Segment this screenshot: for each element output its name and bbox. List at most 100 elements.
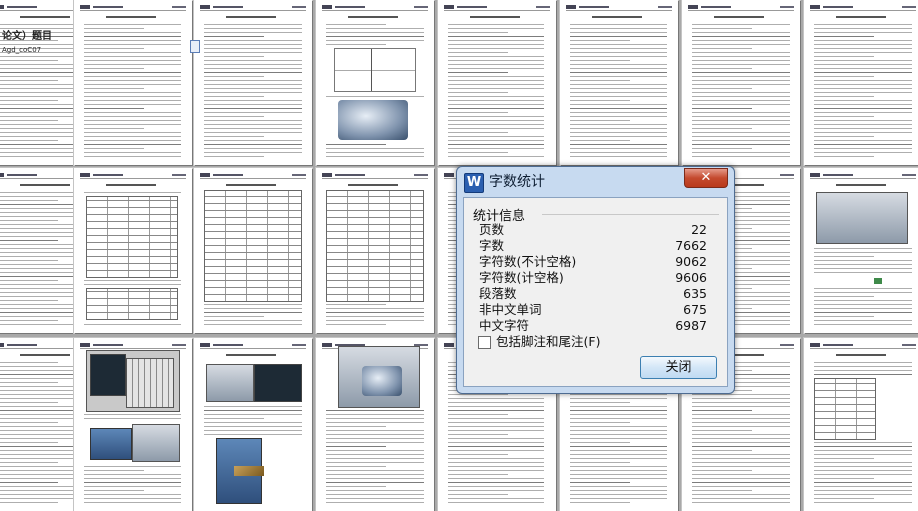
page-thumbnail[interactable] (74, 168, 192, 333)
text-line (814, 478, 874, 479)
page-thumbnail[interactable] (804, 0, 918, 165)
page-thumbnail[interactable] (194, 338, 312, 511)
text-line (692, 152, 790, 153)
text-line (84, 494, 181, 495)
text-line (0, 462, 58, 463)
page-header (200, 173, 306, 179)
text-line (448, 394, 508, 395)
page-thumbnail[interactable] (804, 168, 918, 333)
text-line (448, 56, 544, 57)
text-line (692, 156, 790, 157)
document-icon[interactable] (190, 40, 200, 53)
text-line (692, 450, 752, 451)
text-line (448, 72, 508, 73)
text-line (448, 80, 544, 81)
page-table (86, 196, 178, 278)
text-line (814, 370, 912, 371)
dialog-titlebar[interactable]: W 字数统计 ✕ (457, 167, 734, 197)
text-line (326, 156, 424, 157)
page-heading (106, 184, 156, 186)
text-line (570, 88, 667, 89)
text-line (326, 494, 424, 495)
page-thumbnail[interactable] (560, 0, 678, 165)
text-line (570, 498, 667, 499)
text-line (814, 268, 912, 269)
text-line (84, 284, 181, 285)
include-footnotes-checkbox[interactable] (478, 336, 491, 349)
stat-value: 675 (683, 302, 707, 317)
text-line (326, 498, 424, 499)
text-line (204, 434, 302, 435)
text-line (570, 48, 667, 49)
page-thumbnail[interactable] (194, 168, 312, 333)
text-line (204, 132, 302, 133)
page-thumbnail[interactable] (804, 338, 918, 511)
text-line (326, 410, 424, 411)
text-line (326, 482, 424, 483)
text-line (692, 466, 790, 467)
page-thumbnail[interactable] (74, 0, 192, 165)
text-line (326, 24, 386, 25)
page-thumbnail[interactable] (74, 338, 192, 511)
text-line (814, 112, 912, 113)
page-thumbnail[interactable] (438, 0, 556, 165)
header-text (7, 174, 37, 176)
page-thumbnail[interactable] (682, 0, 800, 165)
text-line (326, 32, 424, 33)
text-line (326, 316, 424, 317)
text-line (814, 152, 912, 153)
page-header (80, 5, 186, 11)
page-heading (470, 16, 520, 18)
text-line (326, 40, 424, 41)
text-line (84, 280, 181, 281)
text-line (326, 446, 386, 447)
page-thumbnail[interactable] (316, 0, 434, 165)
text-line (570, 68, 667, 69)
text-line (0, 60, 58, 61)
text-line (814, 104, 912, 105)
header-code (414, 6, 428, 8)
text-line (448, 40, 544, 41)
text-line (570, 60, 630, 61)
text-line (448, 442, 544, 443)
text-line (692, 88, 752, 89)
page-heading (226, 184, 276, 186)
text-line (204, 80, 302, 81)
text-line (326, 308, 424, 309)
text-line (692, 430, 752, 431)
header-code (780, 174, 794, 176)
text-line (84, 414, 181, 415)
text-line (570, 502, 630, 503)
word-count-dialog: W 字数统计 ✕ 统计信息 页数 22 字数 7662 字符数(不计空格) 9062 字符数… (456, 166, 735, 394)
text-line (0, 320, 58, 321)
text-line (692, 494, 790, 495)
page-thumbnail[interactable] (316, 168, 434, 333)
page-thumbnail[interactable] (316, 338, 434, 511)
text-line (570, 24, 667, 25)
text-line (692, 96, 790, 97)
school-logo (444, 5, 454, 9)
text-line (204, 304, 302, 305)
text-line (84, 112, 181, 113)
text-line (814, 64, 912, 65)
text-line (326, 442, 424, 443)
text-line (814, 132, 912, 133)
page-heading (348, 184, 398, 186)
text-line (570, 394, 667, 395)
text-line (204, 136, 264, 137)
text-line (448, 454, 508, 455)
text-line (204, 406, 302, 407)
close-button[interactable]: 关闭 (640, 356, 717, 379)
text-line (326, 450, 424, 451)
text-line (814, 362, 912, 363)
text-line (448, 430, 544, 431)
close-icon[interactable]: ✕ (684, 168, 728, 188)
stat-label: 非中文单词 (479, 302, 542, 317)
text-line (570, 450, 667, 451)
text-line (326, 478, 424, 479)
text-line (692, 144, 790, 145)
page-thumbnail[interactable] (194, 0, 312, 165)
text-line (814, 252, 912, 253)
text-line (204, 76, 264, 77)
text-line (204, 32, 302, 33)
